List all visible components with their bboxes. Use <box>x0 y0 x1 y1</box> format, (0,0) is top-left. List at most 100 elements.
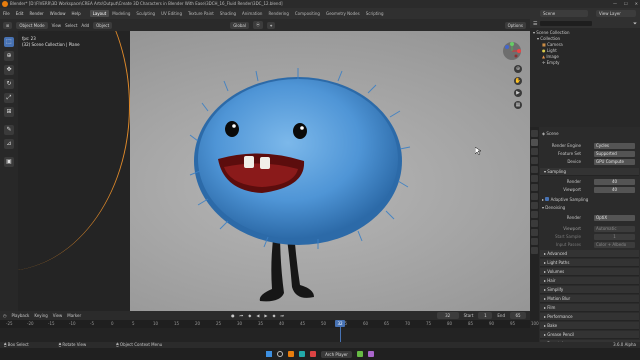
tab-layout[interactable]: Layout <box>89 10 110 17</box>
options-dropdown[interactable]: Options <box>504 21 526 29</box>
tab-compositing[interactable]: Compositing <box>292 10 323 17</box>
snap-icon[interactable]: ⌖ <box>266 21 276 29</box>
view-layer-selector[interactable]: View Layer <box>596 10 636 17</box>
current-frame-field[interactable]: 32 <box>436 312 459 319</box>
transform-orientation[interactable]: Global <box>230 21 249 29</box>
menu-add[interactable]: Add <box>81 23 89 28</box>
section-sampling[interactable]: ▾ Sampling <box>540 168 639 176</box>
tab-rendering[interactable]: Rendering <box>265 10 291 17</box>
object-tab-icon[interactable] <box>531 184 538 191</box>
menu-select[interactable]: Select <box>65 23 77 28</box>
menu-view[interactable]: View <box>52 23 62 28</box>
scene-tab-icon[interactable] <box>531 166 538 173</box>
device-select[interactable]: GPU Compute <box>594 158 635 165</box>
input-passes-select[interactable]: Color + Albedo <box>594 241 635 248</box>
physics-tab-icon[interactable] <box>531 211 538 218</box>
world-tab-icon[interactable] <box>531 175 538 182</box>
jump-start-icon[interactable]: ⏮ <box>240 313 244 318</box>
data-tab-icon[interactable] <box>531 229 538 236</box>
tab-uv-editing[interactable]: UV Editing <box>158 10 185 17</box>
outliner-item[interactable]: ✛ Empty <box>533 60 637 66</box>
3d-viewport[interactable]: fps: 23 (32) Scene Collection | Plane ⊕ … <box>18 31 530 311</box>
tab-geometry-nodes[interactable]: Geometry Nodes <box>323 10 363 17</box>
texture-tab-icon[interactable] <box>531 247 538 254</box>
section-volumes[interactable]: ▸ Volumes <box>540 268 639 276</box>
close-icon[interactable]: ✕ <box>635 0 638 8</box>
section-simplify[interactable]: ▸ Simplify <box>540 286 639 294</box>
particles-tab-icon[interactable] <box>531 202 538 209</box>
mode-selector[interactable]: Object Mode <box>16 21 48 29</box>
material-tab-icon[interactable] <box>531 238 538 245</box>
editor-type-button[interactable]: ⊞ <box>3 21 13 29</box>
menu-window[interactable]: Window <box>47 11 69 16</box>
measure-icon[interactable]: ⊿ <box>4 139 14 149</box>
select-box-icon[interactable]: ⬚ <box>4 37 14 47</box>
tab-sculpting[interactable]: Sculpting <box>133 10 158 17</box>
scale-icon[interactable]: ⤢ <box>4 93 14 103</box>
denoising-row[interactable]: ▾ Denoising <box>542 204 637 211</box>
menu-marker[interactable]: Marker <box>67 313 81 318</box>
timeline-editor-icon[interactable]: ◷ <box>3 313 7 318</box>
menu-playback[interactable]: Playback <box>12 313 30 318</box>
taskbar-search-icon[interactable] <box>277 351 284 357</box>
feature-set-select[interactable]: Supported <box>594 150 635 157</box>
viewport-samples-field[interactable]: 40 <box>594 186 635 193</box>
minimize-icon[interactable]: — <box>613 0 617 8</box>
section-light-paths[interactable]: ▸ Light Paths <box>540 259 639 267</box>
add-cube-icon[interactable]: ▣ <box>4 157 14 167</box>
menu-help[interactable]: Help <box>68 11 83 16</box>
rotate-icon[interactable]: ↻ <box>4 79 14 89</box>
record-icon[interactable]: ● <box>231 313 235 318</box>
taskbar-app-icon[interactable] <box>356 351 363 357</box>
viewport-denoiser-select[interactable]: Automatic <box>594 225 635 232</box>
menu-timeline-view[interactable]: View <box>53 313 63 318</box>
frame-ruler[interactable]: -25-20-15-10-505101520253035404550556065… <box>0 320 539 328</box>
outliner-editor-icon[interactable]: ☰ <box>533 21 537 27</box>
menu-file[interactable]: File <box>0 11 13 16</box>
taskbar-app-icon[interactable] <box>310 351 317 357</box>
end-frame-field[interactable]: 65 <box>510 312 526 319</box>
transform-icon[interactable]: ⊞ <box>4 107 14 117</box>
denoiser-select[interactable]: OptiX <box>594 214 635 221</box>
start-frame-field[interactable]: 1 <box>478 312 493 319</box>
adaptive-sampling-row[interactable]: ▸ Adaptive Sampling <box>542 196 637 203</box>
output-tab-icon[interactable] <box>531 148 538 155</box>
render-engine-select[interactable]: Cycles <box>594 142 635 149</box>
section-advanced[interactable]: ▸ Advanced <box>540 250 639 258</box>
taskbar-active-app[interactable]: Arch Player <box>321 350 352 358</box>
outliner-search-input[interactable] <box>540 21 593 26</box>
start-icon[interactable] <box>266 351 273 357</box>
section-film[interactable]: ▸ Film <box>540 304 639 312</box>
view-layer-tab-icon[interactable] <box>531 157 538 164</box>
modifier-tab-icon[interactable] <box>531 193 538 200</box>
play-icon[interactable]: ▶ <box>264 313 267 318</box>
render-tab-icon[interactable] <box>531 139 538 146</box>
render-samples-field[interactable]: 40 <box>594 178 635 185</box>
tab-scripting[interactable]: Scripting <box>363 10 387 17</box>
cursor-icon[interactable]: ⊕ <box>4 51 14 61</box>
section-performance[interactable]: ▸ Performance <box>540 313 639 321</box>
tool-tab-icon[interactable] <box>531 130 538 137</box>
section-grease-pencil[interactable]: ▸ Grease Pencil <box>540 331 639 339</box>
filter-icon[interactable]: ⏷ <box>633 21 637 27</box>
pivot-icon[interactable]: ⦿ <box>252 21 263 29</box>
jump-end-icon[interactable]: ⏭ <box>281 313 285 318</box>
menu-object[interactable]: Object <box>93 21 113 29</box>
next-key-icon[interactable]: ◆ <box>272 313 275 318</box>
menu-render[interactable]: Render <box>26 11 46 16</box>
maximize-icon[interactable]: ☐ <box>624 0 628 8</box>
playhead[interactable]: 32 <box>335 320 345 327</box>
menu-edit[interactable]: Edit <box>13 11 27 16</box>
scene-selector[interactable]: Scene <box>540 10 588 17</box>
tab-animation[interactable]: Animation <box>239 10 265 17</box>
start-sample-field[interactable]: 1 <box>594 233 635 240</box>
tab-shading[interactable]: Shading <box>217 10 239 17</box>
menu-keying[interactable]: Keying <box>34 313 47 318</box>
taskbar-app-icon[interactable] <box>367 351 374 357</box>
play-reverse-icon[interactable]: ◀ <box>256 313 259 318</box>
prev-key-icon[interactable]: ◆ <box>248 313 251 318</box>
tab-texture-paint[interactable]: Texture Paint <box>185 10 217 17</box>
taskbar-app-icon[interactable] <box>299 351 306 357</box>
constraints-tab-icon[interactable] <box>531 220 538 227</box>
taskbar-app-icon[interactable] <box>288 351 295 357</box>
